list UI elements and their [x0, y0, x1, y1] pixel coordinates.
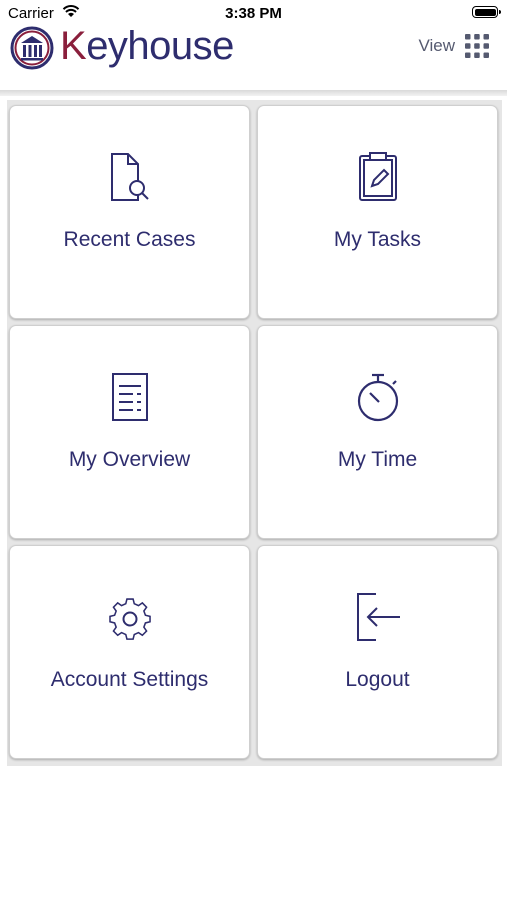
brand-rest: eyhouse [86, 24, 234, 68]
tile-my-overview[interactable]: My Overview [9, 325, 250, 539]
document-search-icon [110, 153, 149, 201]
battery-icon [472, 6, 501, 18]
status-bar: Carrier 3:38 PM [0, 0, 507, 26]
tile-my-time[interactable]: My Time [257, 325, 498, 539]
clipboard-pencil-icon [358, 152, 397, 201]
app-header: Keyhouse View [0, 24, 507, 90]
gear-icon [108, 598, 151, 640]
tile-label: My Tasks [333, 228, 422, 251]
tile-label: Recent Cases [63, 228, 196, 251]
tile-logout[interactable]: Logout [257, 545, 498, 759]
tile-recent-cases[interactable]: Recent Cases [9, 105, 250, 319]
stopwatch-icon [357, 373, 398, 422]
tile-label: Account Settings [50, 668, 209, 691]
view-button[interactable]: View [418, 34, 489, 58]
view-label: View [418, 36, 455, 55]
tile-my-tasks[interactable]: My Tasks [257, 105, 498, 319]
brand-initial: K [60, 24, 87, 68]
brand-name: Keyhouse [60, 24, 234, 69]
logout-icon [356, 593, 400, 641]
keyhouse-logo-icon [10, 26, 54, 70]
tile-label: My Overview [68, 448, 191, 471]
tile-account-settings[interactable]: Account Settings [9, 545, 250, 759]
grid-icon [465, 34, 489, 58]
tile-label: My Time [337, 448, 418, 471]
document-list-icon [111, 373, 148, 421]
status-time: 3:38 PM [225, 5, 282, 22]
header-divider [0, 90, 507, 96]
tile-label: Logout [345, 668, 410, 691]
